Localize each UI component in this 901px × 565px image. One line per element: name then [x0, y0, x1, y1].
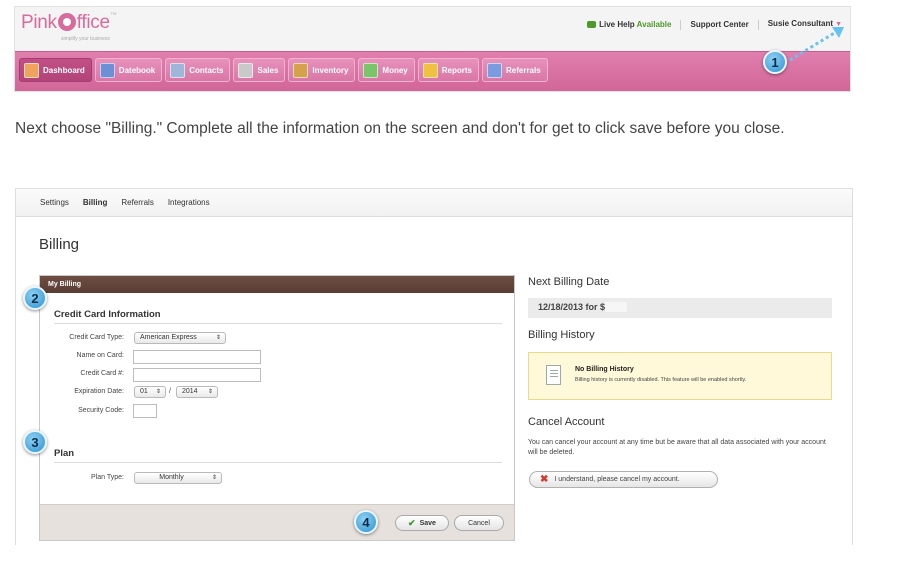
card-number-label: Credit Card #: — [80, 370, 124, 377]
nav-item-reports[interactable]: Reports — [417, 58, 479, 82]
tab-billing[interactable]: Billing — [83, 198, 107, 207]
dashboard-icon — [24, 62, 39, 78]
live-help-link[interactable]: Live Help Available — [578, 19, 682, 30]
no-billing-history-notice: No Billing History Billing history is cu… — [528, 352, 832, 400]
no-history-title: No Billing History — [575, 366, 634, 373]
select-arrows-icon: ⇕ — [207, 389, 213, 395]
save-label: Save — [419, 519, 436, 527]
callout-badge-4: 4 — [354, 510, 378, 534]
exp-separator: / — [169, 388, 171, 395]
callout-badge-3: 3 — [23, 430, 47, 454]
nav-item-dashboard[interactable]: Dashboard — [19, 58, 92, 82]
close-icon: ✖ — [540, 474, 549, 485]
nav-item-label: Reports — [441, 65, 472, 75]
tab-referrals[interactable]: Referrals — [121, 198, 153, 207]
card-type-select[interactable]: American Express ⇕ — [134, 332, 226, 344]
exp-year-select[interactable]: 2014 ⇕ — [176, 386, 218, 398]
my-billing-panel: My Billing Credit Card Information Credi… — [39, 275, 515, 541]
callout-badge-2: 2 — [23, 286, 47, 310]
billing-history-title: Billing History — [528, 329, 595, 341]
nav-item-label: Contacts — [189, 65, 224, 75]
contacts-icon — [170, 62, 186, 78]
logo-text-pink: Pink — [21, 12, 57, 33]
next-billing-value: 12/18/2013 for $ — [538, 302, 606, 312]
section-divider — [54, 323, 502, 324]
plan-type-label: Plan Type: — [91, 474, 124, 481]
pinkoffice-logo[interactable]: Pink ffice™ simplify your business — [21, 12, 117, 42]
logo-text-office: ffice — [76, 12, 110, 33]
settings-tabs: Settings Billing Referrals Integrations — [16, 189, 852, 217]
referrals-people-icon — [486, 62, 502, 78]
nav-item-label: Sales — [257, 65, 279, 75]
security-code-label: Security Code: — [78, 407, 124, 414]
select-arrows-icon: ⇕ — [211, 475, 217, 481]
support-center-link[interactable]: Support Center — [681, 19, 759, 30]
money-icon — [363, 62, 379, 78]
nav-item-contacts[interactable]: Contacts — [165, 58, 231, 82]
section-divider — [54, 462, 502, 463]
select-arrows-icon: ⇕ — [155, 389, 161, 395]
document-icon — [546, 365, 561, 385]
page-title: Billing — [39, 236, 80, 253]
nav-item-inventory[interactable]: Inventory — [288, 58, 356, 82]
nav-item-datebook[interactable]: Datebook — [94, 58, 163, 82]
redacted-amount — [605, 302, 628, 312]
live-help-status: Available — [636, 19, 672, 29]
select-arrows-icon: ⇕ — [215, 335, 221, 341]
tab-integrations[interactable]: Integrations — [168, 198, 210, 207]
live-help-label: Live Help — [599, 19, 635, 29]
cancel-account-button[interactable]: ✖ I understand, please cancel my account. — [529, 471, 718, 488]
save-button[interactable]: ✔ Save — [395, 515, 449, 531]
checkmark-icon: ✔ — [408, 517, 416, 528]
callout-badge-1: 1 — [763, 50, 787, 74]
exp-month-value: 01 — [140, 388, 148, 395]
form-footer: ✔ Save Cancel — [40, 504, 514, 540]
cancel-button[interactable]: Cancel — [454, 515, 504, 531]
billing-screenshot: Settings Billing Referrals Integrations … — [15, 188, 853, 545]
expiration-label: Expiration Date: — [74, 388, 124, 395]
nav-item-label: Referrals — [505, 65, 541, 75]
tab-settings[interactable]: Settings — [40, 198, 69, 207]
card-type-label: Credit Card Type: — [69, 334, 124, 341]
app-header-screenshot: Pink ffice™ simplify your business Live H… — [14, 6, 851, 92]
card-type-value: American Express — [140, 334, 197, 341]
cancel-account-title: Cancel Account — [528, 416, 605, 428]
reports-chart-icon — [422, 62, 438, 78]
logo-tagline: simplify your business — [61, 36, 110, 42]
main-nav-bar: Dashboard Datebook Contacts Sales Inventory M… — [15, 51, 850, 91]
plan-type-select[interactable]: Monthly ⇕ — [134, 472, 222, 484]
cancel-account-warning: You can cancel your account at any time … — [528, 439, 826, 456]
no-history-text: Billing history is currently disabled. T… — [575, 377, 747, 383]
card-number-input[interactable] — [133, 368, 261, 382]
nav-items: Dashboard Datebook Contacts Sales Inventory M… — [19, 58, 548, 82]
credit-card-section-title: Credit Card Information — [54, 309, 161, 320]
exp-year-value: 2014 — [182, 388, 198, 395]
nav-item-money[interactable]: Money — [358, 58, 415, 82]
sales-register-icon — [238, 62, 254, 78]
cancel-account-label: I understand, please cancel my account. — [554, 476, 680, 483]
plan-section-title: Plan — [54, 448, 75, 459]
exp-month-select[interactable]: 01 ⇕ — [134, 386, 166, 398]
next-billing-title: Next Billing Date — [528, 276, 610, 288]
chat-icon — [587, 20, 597, 28]
nav-item-referrals[interactable]: Referrals — [481, 58, 548, 82]
nav-item-label: Inventory — [312, 65, 349, 75]
nav-item-label: Money — [382, 65, 408, 75]
nav-item-label: Datebook — [118, 65, 156, 75]
trademark-mark: ™ — [109, 12, 117, 19]
calendar-icon — [99, 62, 115, 78]
logo-o-icon — [57, 13, 76, 31]
nav-item-sales[interactable]: Sales — [233, 58, 286, 82]
plan-type-value: Monthly — [159, 474, 184, 481]
inventory-box-icon — [293, 62, 309, 78]
callout-1-arrow — [789, 27, 844, 62]
next-billing-box: 12/18/2013 for $ — [528, 298, 832, 318]
name-on-card-label: Name on Card: — [76, 352, 124, 359]
name-on-card-input[interactable] — [133, 350, 261, 364]
nav-item-label: Dashboard — [43, 65, 85, 75]
instruction-text: Next choose "Billing." Complete all the … — [15, 120, 785, 137]
my-billing-header: My Billing — [40, 276, 514, 293]
security-code-input[interactable] — [133, 404, 157, 418]
